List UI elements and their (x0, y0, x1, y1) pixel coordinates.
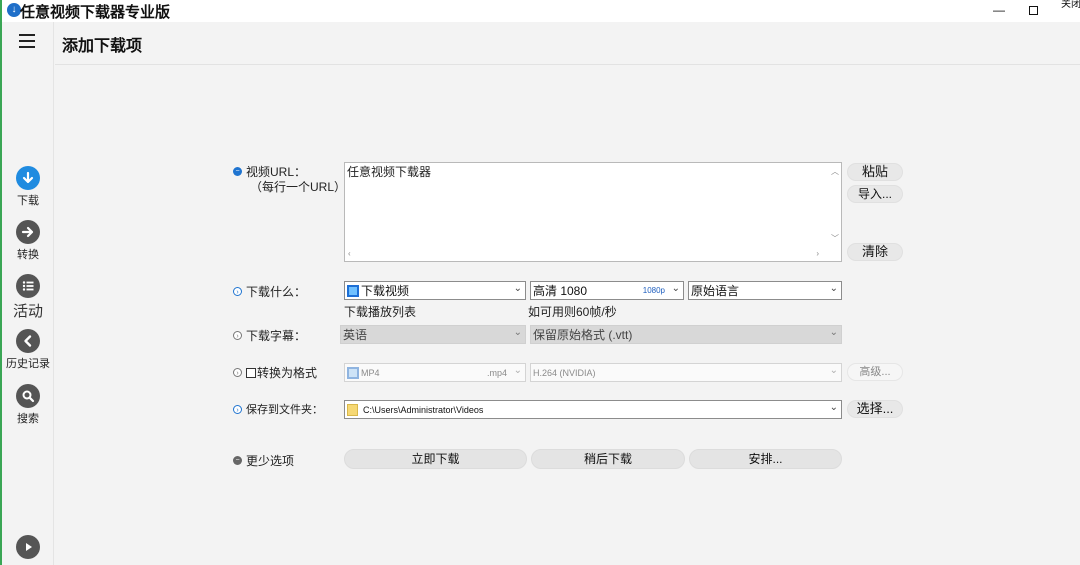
page-title: 添加下载项 (62, 38, 143, 55)
chevron-down-icon: ⌄ (513, 365, 522, 376)
download-later-button[interactable]: 稍后下载 (531, 449, 685, 469)
url-sublabel: （每行一个URL） (250, 180, 347, 194)
sidebar-item-label: 历史记录 (6, 358, 50, 370)
sidebar-item-search[interactable]: 搜索 (2, 384, 54, 426)
title-bar: ↓ 任意视频下载器专业版 — 关闭 (2, 0, 1080, 22)
info-icon[interactable]: › (233, 331, 242, 340)
subtitle-label-text: 下载字幕： (246, 329, 307, 343)
schedule-button[interactable]: 安排... (689, 449, 842, 469)
download-icon (16, 166, 40, 190)
what-label-text: 下载什么： (246, 285, 307, 299)
sidebar-item-label: 活动 (12, 303, 43, 320)
fps-option[interactable]: 如可用则60帧/秒 (528, 303, 617, 320)
fewer-options-toggle[interactable]: − 更少选项 (233, 452, 294, 469)
activity-icon (16, 274, 40, 298)
subtitle-language-value: 英语 (343, 328, 368, 342)
save-label-text: 保存到文件夹： (246, 404, 323, 416)
convert-checkbox[interactable] (246, 367, 256, 378)
url-vertical-scrollbar[interactable]: ︿ ﹀ (829, 163, 841, 249)
info-icon[interactable]: › (233, 287, 242, 296)
sidebar-item-download[interactable]: 下载 (2, 166, 54, 208)
audio-language-select[interactable]: 原始语言 ⌄ (688, 281, 842, 300)
codec-select[interactable]: H.264 (NVIDIA) ⌄ (530, 363, 842, 382)
scroll-down-icon: ﹀ (831, 234, 839, 243)
quality-tag: 1080p (642, 286, 665, 295)
history-icon (16, 329, 40, 353)
info-icon[interactable]: › (233, 368, 242, 377)
download-type-select[interactable]: 下载视频 ⌄ (344, 281, 526, 300)
menu-icon[interactable] (19, 34, 35, 48)
sidebar-item-activity[interactable]: 活动 (2, 274, 54, 321)
chevron-down-icon: ⌄ (513, 327, 522, 338)
video-icon (347, 366, 359, 379)
paste-button[interactable]: 粘贴 (847, 163, 903, 181)
video-icon (347, 284, 359, 297)
url-textarea[interactable]: 任意视频下载器 ︿ ﹀ ‹ › (344, 162, 842, 262)
sidebar-item-history[interactable]: 历史记录 (2, 329, 54, 371)
fewer-options-label: 更少选项 (246, 454, 295, 468)
maximize-button[interactable] (1024, 0, 1042, 20)
subtitle-format-select[interactable]: 保留原始格式 (.vtt) ⌄ (530, 325, 842, 344)
chevron-down-icon: ⌄ (829, 327, 838, 338)
download-type-value: 下载视频 (361, 284, 410, 298)
quality-select[interactable]: 高清 1080 1080p ⌄ (530, 281, 684, 300)
audio-language-value: 原始语言 (691, 284, 740, 298)
convert-format-value: MP4 (361, 367, 380, 378)
convert-label-text: 转换为格式 (257, 366, 318, 380)
what-label: › 下载什么： (233, 283, 306, 300)
chevron-down-icon: ⌄ (513, 283, 522, 294)
scroll-up-icon: ︿ (831, 167, 839, 176)
download-now-button[interactable]: 立即下载 (344, 449, 527, 469)
sidebar-item-label: 转换 (17, 249, 39, 261)
sidebar: 下载 转换 活动 历史记录 搜索 (2, 22, 54, 565)
url-text: 任意视频下载器 (347, 165, 432, 179)
player-button[interactable] (2, 535, 54, 559)
search-icon (16, 384, 40, 408)
convert-format-select[interactable]: MP4 .mp4 ⌄ (344, 363, 526, 382)
advanced-button[interactable]: 高级... (847, 363, 903, 381)
convert-label: › 转换为格式 (233, 364, 317, 381)
save-label: › 保存到文件夹： (233, 401, 323, 417)
import-button[interactable]: 导入... (847, 185, 903, 203)
subtitle-language-select[interactable]: 英语 ⌄ (340, 325, 526, 344)
subtitle-format-value: 保留原始格式 (.vtt) (533, 328, 633, 342)
minimize-button[interactable]: — (990, 0, 1008, 20)
play-icon (16, 535, 40, 559)
close-button[interactable]: 关闭 (1060, 0, 1080, 20)
sidebar-item-label: 搜索 (17, 413, 39, 425)
chevron-down-icon: ⌄ (671, 283, 680, 294)
scroll-left-icon: ‹ (348, 249, 351, 258)
quality-value: 高清 1080 (533, 284, 588, 298)
choose-folder-button[interactable]: 选择... (847, 400, 903, 418)
collapse-icon: − (233, 456, 242, 465)
app-window: ↓ 任意视频下载器专业版 — 关闭 下载 转换 活动 历史记录 搜索 添加下载项… (0, 0, 1080, 565)
sidebar-item-convert[interactable]: 转换 (2, 220, 54, 262)
playlist-option[interactable]: 下载播放列表 (344, 303, 416, 320)
app-logo-icon: ↓ (7, 3, 21, 17)
clear-button[interactable]: 清除 (847, 243, 903, 261)
folder-icon (347, 403, 358, 416)
chevron-down-icon: ⌄ (829, 365, 838, 376)
codec-value: H.264 (NVIDIA) (533, 367, 596, 378)
collapse-icon[interactable]: − (233, 167, 242, 176)
chevron-down-icon: ⌄ (829, 283, 838, 294)
save-folder-select[interactable]: C:\Users\Administrator\Videos ⌄ (344, 400, 842, 419)
save-folder-value: C:\Users\Administrator\Videos (363, 404, 484, 415)
scroll-right-icon: › (816, 249, 819, 258)
url-horizontal-scrollbar[interactable]: ‹ › (345, 249, 829, 261)
chevron-down-icon: ⌄ (829, 402, 838, 413)
convert-icon (16, 220, 40, 244)
maximize-icon (1028, 6, 1038, 15)
window-title: 任意视频下载器专业版 (20, 4, 171, 21)
sidebar-item-label: 下载 (17, 195, 39, 207)
convert-format-ext: .mp4 (486, 367, 507, 378)
header-divider (55, 64, 1080, 65)
info-icon[interactable]: › (233, 404, 242, 414)
subtitle-label: › 下载字幕： (233, 327, 306, 344)
